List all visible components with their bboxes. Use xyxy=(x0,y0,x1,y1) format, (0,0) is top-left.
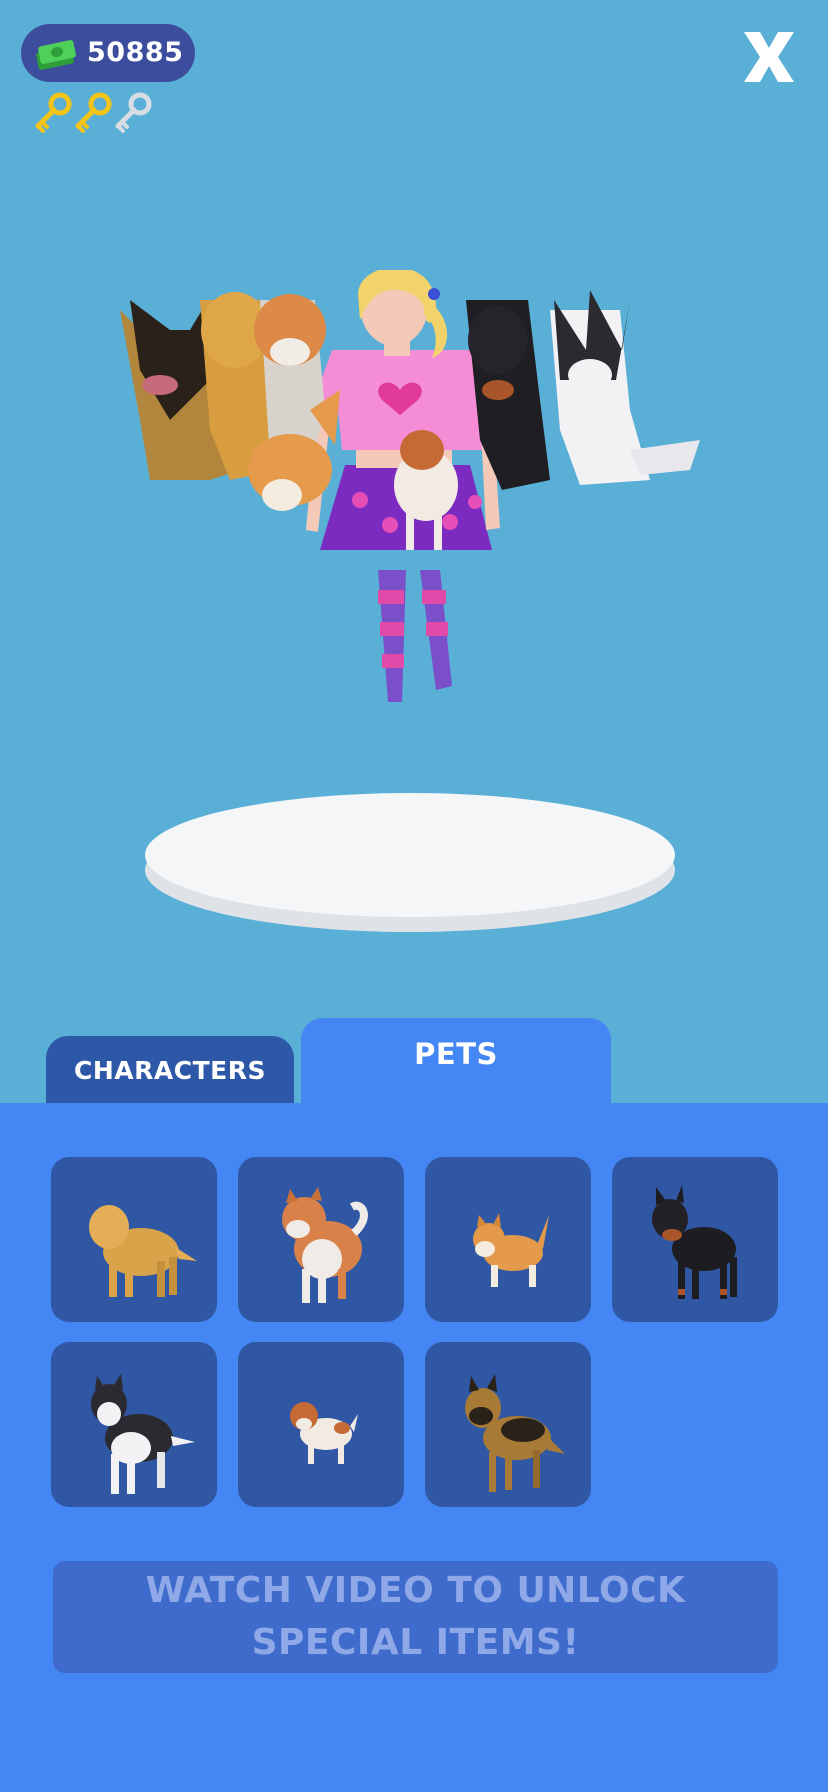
close-icon[interactable] xyxy=(738,28,800,86)
pet-card-german-shepherd[interactable] xyxy=(425,1342,591,1507)
jack-russell-icon xyxy=(290,1402,358,1464)
pet-card-shiba-inu[interactable] xyxy=(238,1157,404,1322)
doberman-icon xyxy=(652,1185,737,1299)
character-preview xyxy=(120,270,700,932)
corgi-icon xyxy=(473,1213,549,1287)
german-shepherd-icon xyxy=(465,1374,565,1492)
watch-video-label-line2: SPECIAL ITEMS! xyxy=(251,1622,580,1663)
tab-characters[interactable]: CHARACTERS xyxy=(46,1036,294,1104)
husky-icon xyxy=(91,1374,195,1494)
doberman-dog xyxy=(466,300,550,490)
pet-card-golden-retriever[interactable] xyxy=(51,1157,217,1322)
tab-pets[interactable]: PETS xyxy=(301,1018,611,1104)
golden-retriever-icon xyxy=(89,1205,197,1297)
pet-card-corgi[interactable] xyxy=(425,1157,591,1322)
pet-card-doberman[interactable] xyxy=(612,1157,778,1322)
key-icon xyxy=(115,92,152,133)
watch-video-label-line1: WATCH VIDEO TO UNLOCK xyxy=(145,1570,686,1611)
pet-grid xyxy=(51,1157,778,1507)
husky-dog xyxy=(550,290,700,485)
keys-progress xyxy=(32,92,152,134)
cash-stack-icon xyxy=(36,40,76,70)
pet-card-husky[interactable] xyxy=(51,1342,217,1507)
key-icon xyxy=(35,92,72,133)
key-icon xyxy=(75,92,112,133)
currency-amount: 50885 xyxy=(87,37,184,68)
currency-counter: 50885 xyxy=(21,24,195,82)
watch-video-button[interactable]: WATCH VIDEO TO UNLOCK SPECIAL ITEMS! xyxy=(53,1561,778,1673)
shiba-inu-icon xyxy=(282,1187,368,1303)
pet-card-jack-russell[interactable] xyxy=(238,1342,404,1507)
